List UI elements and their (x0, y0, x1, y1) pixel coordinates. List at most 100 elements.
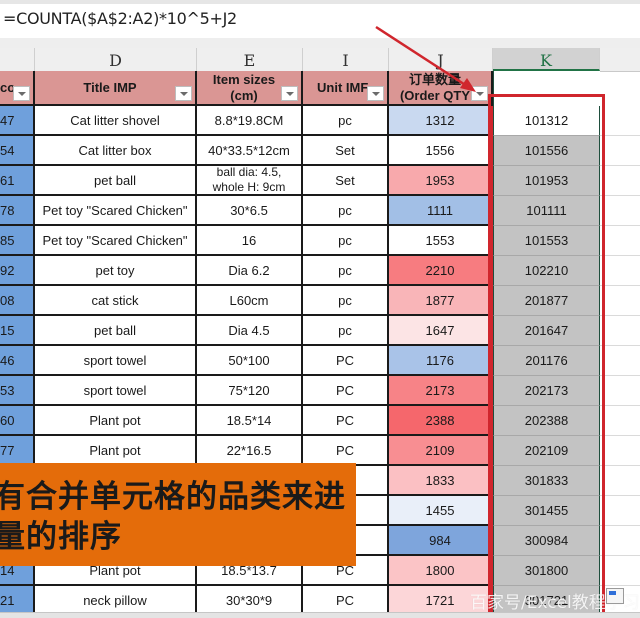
cell-k[interactable]: 201176 (493, 346, 600, 376)
cell-code[interactable]: 92 (0, 256, 35, 286)
cell-blank[interactable] (600, 106, 640, 136)
cell-title[interactable]: Cat litter box (35, 136, 197, 166)
cell-unit[interactable]: PC (303, 346, 389, 376)
cell-code[interactable]: 53 (0, 376, 35, 406)
cell-k[interactable]: 201877 (493, 286, 600, 316)
cell-code[interactable]: 77 (0, 436, 35, 466)
cell-title[interactable]: Cat litter shovel (35, 106, 197, 136)
cell-code[interactable]: 60 (0, 406, 35, 436)
cell-qty[interactable]: 1553 (389, 226, 493, 256)
column-header-k[interactable]: K (493, 48, 600, 71)
cell-unit[interactable]: PC (303, 406, 389, 436)
cell-title[interactable]: Plant pot (35, 436, 197, 466)
cell-qty[interactable]: 1953 (389, 166, 493, 196)
cell-code[interactable]: 54 (0, 136, 35, 166)
cell-code[interactable]: 08 (0, 286, 35, 316)
cell-k[interactable]: 202388 (493, 406, 600, 436)
cell-k[interactable]: 202109 (493, 436, 600, 466)
cell-code[interactable]: 85 (0, 226, 35, 256)
formula-input[interactable]: =COUNTA($A$2:A2)*10^5+J2 (3, 9, 237, 28)
cell-k[interactable]: 301833 (493, 466, 600, 496)
cell-k[interactable]: 101312 (493, 106, 600, 136)
cell-qty[interactable]: 1556 (389, 136, 493, 166)
cell-size[interactable]: 50*100 (197, 346, 303, 376)
cell-title[interactable]: sport towel (35, 376, 197, 406)
cell-unit[interactable]: pc (303, 256, 389, 286)
cell-code[interactable]: 46 (0, 346, 35, 376)
cell-blank[interactable] (600, 136, 640, 166)
cell-k[interactable]: 301455 (493, 496, 600, 526)
cell-blank[interactable] (600, 406, 640, 436)
cell-code[interactable]: 61 (0, 166, 35, 196)
cell-unit[interactable]: pc (303, 286, 389, 316)
cell-qty[interactable]: 1833 (389, 466, 493, 496)
cell-size[interactable]: 16 (197, 226, 303, 256)
cell-blank[interactable] (600, 526, 640, 556)
cell-size[interactable]: 75*120 (197, 376, 303, 406)
paste-options-icon[interactable] (606, 588, 624, 604)
filter-dropdown-icon[interactable] (367, 86, 384, 101)
cell-title[interactable]: pet ball (35, 166, 197, 196)
cell-code[interactable]: 78 (0, 196, 35, 226)
cell-k[interactable]: 202173 (493, 376, 600, 406)
cell-blank[interactable] (600, 496, 640, 526)
cell-qty[interactable]: 1647 (389, 316, 493, 346)
cell-unit[interactable]: PC (303, 436, 389, 466)
cell-code[interactable]: 47 (0, 106, 35, 136)
column-header-e[interactable]: E (197, 48, 303, 71)
cell-size[interactable]: 18.5*14 (197, 406, 303, 436)
cell-title[interactable]: sport towel (35, 346, 197, 376)
cell-size[interactable]: ball dia: 4.5, whole H: 9cm (197, 165, 303, 196)
cell-qty[interactable]: 1800 (389, 556, 493, 586)
cell-k[interactable]: 301800 (493, 556, 600, 586)
cell-qty[interactable]: 1111 (389, 196, 493, 226)
column-header-d[interactable]: D (35, 48, 197, 71)
cell-blank[interactable] (600, 256, 640, 286)
cell-unit[interactable]: pc (303, 226, 389, 256)
cell-size[interactable]: 30*6.5 (197, 196, 303, 226)
cell-size[interactable]: 8.8*19.8CM (197, 106, 303, 136)
cell-title[interactable]: cat stick (35, 286, 197, 316)
cell-unit[interactable]: Set (303, 136, 389, 166)
filter-dropdown-icon[interactable] (471, 86, 488, 101)
cell-blank[interactable] (600, 436, 640, 466)
cell-qty[interactable]: 1455 (389, 496, 493, 526)
cell-k[interactable]: 101953 (493, 166, 600, 196)
cell-size[interactable]: Dia 4.5 (197, 316, 303, 346)
cell-blank[interactable] (600, 556, 640, 586)
cell-unit[interactable]: pc (303, 316, 389, 346)
cell-k[interactable]: 201647 (493, 316, 600, 346)
cell-unit[interactable]: pc (303, 196, 389, 226)
cell-title[interactable]: pet toy (35, 256, 197, 286)
cell-blank[interactable] (600, 346, 640, 376)
cell-size[interactable]: 40*33.5*12cm (197, 136, 303, 166)
cell-blank[interactable] (600, 286, 640, 316)
cell-qty[interactable]: 1312 (389, 106, 493, 136)
header-cell-k[interactable] (493, 71, 600, 106)
cell-qty[interactable]: 984 (389, 526, 493, 556)
cell-k[interactable]: 101556 (493, 136, 600, 166)
column-header-i[interactable]: I (303, 48, 389, 71)
cell-size[interactable]: 22*16.5 (197, 436, 303, 466)
column-header-partial[interactable] (0, 48, 35, 71)
cell-title[interactable]: Pet toy "Scared Chicken" (35, 196, 197, 226)
filter-dropdown-icon[interactable] (13, 86, 30, 101)
formula-bar[interactable]: =COUNTA($A$2:A2)*10^5+J2 (0, 0, 640, 39)
column-header-j[interactable]: J (389, 48, 493, 71)
cell-k[interactable]: 101111 (493, 196, 600, 226)
cell-unit[interactable]: pc (303, 106, 389, 136)
cell-qty[interactable]: 2210 (389, 256, 493, 286)
cell-qty[interactable]: 2173 (389, 376, 493, 406)
cell-qty[interactable]: 2109 (389, 436, 493, 466)
cell-k[interactable]: 101553 (493, 226, 600, 256)
cell-size[interactable]: Dia 6.2 (197, 256, 303, 286)
cell-k[interactable]: 102210 (493, 256, 600, 286)
cell-unit[interactable]: Set (303, 166, 389, 196)
cell-code[interactable]: 15 (0, 316, 35, 346)
filter-dropdown-icon[interactable] (281, 86, 298, 101)
cell-size[interactable]: L60cm (197, 286, 303, 316)
cell-title[interactable]: Pet toy "Scared Chicken" (35, 226, 197, 256)
cell-unit[interactable]: PC (303, 376, 389, 406)
cell-blank[interactable] (600, 196, 640, 226)
cell-blank[interactable] (600, 376, 640, 406)
